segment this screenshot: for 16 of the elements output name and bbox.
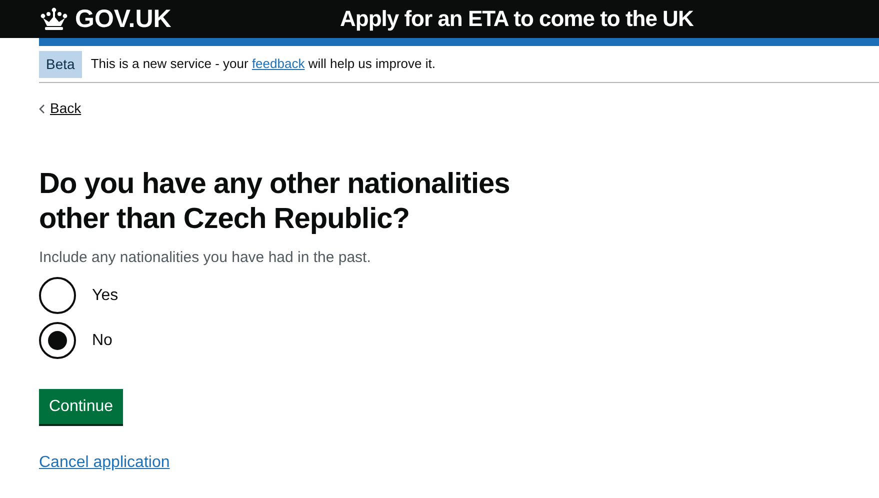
service-name[interactable]: Apply for an ETA to come to the UK <box>340 8 694 30</box>
radio-button[interactable] <box>39 277 76 314</box>
chevron-left-icon <box>39 104 45 114</box>
gov-uk-logo[interactable]: GOV.UK <box>75 6 172 32</box>
beta-tag: Beta <box>39 50 82 78</box>
radio-label: Yes <box>92 286 118 306</box>
cancel-application-link[interactable]: Cancel application <box>39 451 170 475</box>
hint-text: Include any nationalities you have had in the past. <box>39 248 372 268</box>
radio-label: No <box>92 330 112 350</box>
continue-button[interactable]: Continue <box>39 389 124 424</box>
question-heading: Do you have any other nationalities other than Czech Republic? <box>39 166 511 236</box>
crown-icon <box>39 7 69 31</box>
back-link[interactable]: Back <box>39 98 82 119</box>
radio-button[interactable] <box>39 322 76 359</box>
phase-banner-text: This is a new service - your feedback will help us improve it. <box>90 55 436 74</box>
feedback-link[interactable]: feedback <box>252 56 305 72</box>
